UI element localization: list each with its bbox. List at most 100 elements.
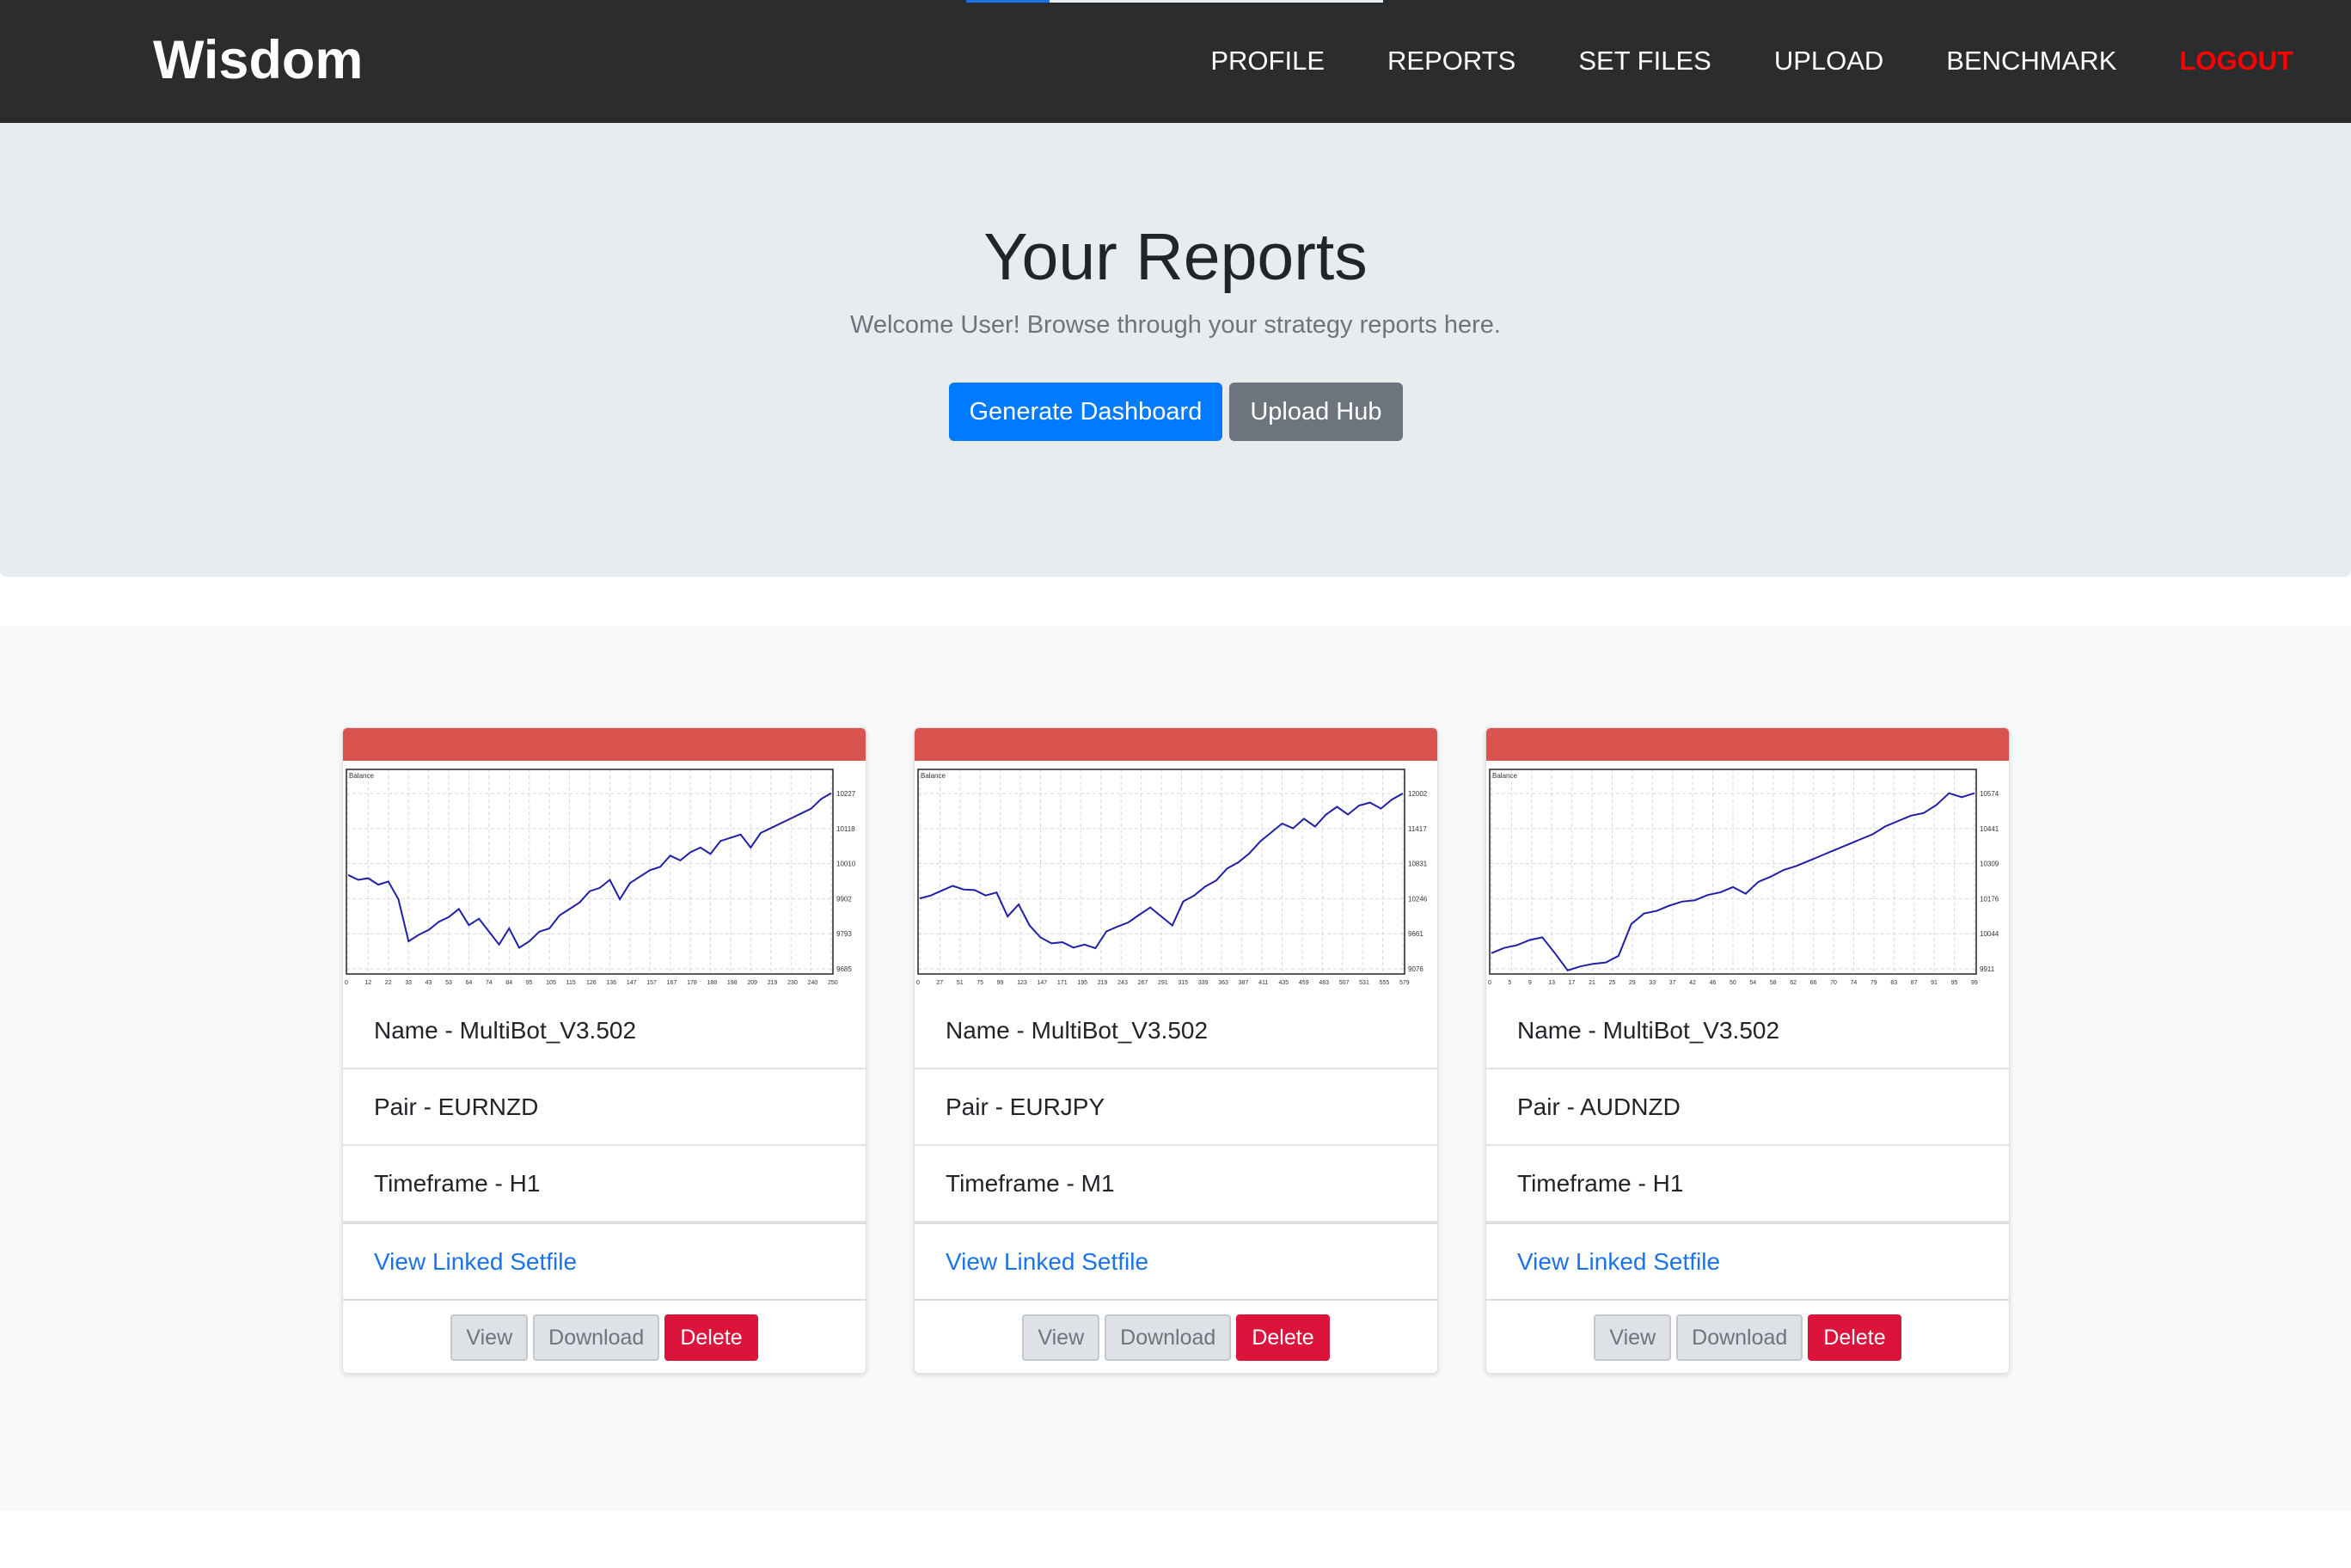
x-tick-label: 157	[646, 980, 657, 986]
x-tick-label: 33	[405, 980, 412, 986]
legend-label: Balance	[349, 772, 374, 780]
x-tick-label: 50	[1730, 980, 1736, 986]
nav-link-reports[interactable]: REPORTS	[1387, 46, 1515, 77]
x-tick-label: 435	[1279, 980, 1289, 986]
delete-button[interactable]: Delete	[1236, 1314, 1330, 1361]
delete-button[interactable]: Delete	[664, 1314, 758, 1361]
x-tick-label: 147	[627, 980, 637, 986]
report-card: 10227 10118 10010 9902 9793 9685 0 12 22 33 43 53 64…	[342, 727, 866, 1374]
x-tick-label: 198	[727, 980, 738, 986]
y-tick-label: 10176	[1980, 895, 1999, 903]
upload-hub-button[interactable]: Upload Hub	[1229, 383, 1403, 441]
x-tick-label: 17	[1569, 980, 1576, 986]
x-tick-label: 147	[1038, 980, 1048, 986]
x-tick-label: 13	[1548, 980, 1555, 986]
card-actions: View Download Delete	[343, 1301, 866, 1373]
x-tick-label: 315	[1178, 980, 1188, 986]
x-tick-label: 105	[546, 980, 556, 986]
view-button[interactable]: View	[450, 1314, 529, 1361]
x-tick-label: 51	[957, 980, 964, 986]
y-tick-label: 10227	[836, 790, 856, 798]
x-tick-label: 12	[364, 980, 371, 986]
y-tick-label: 10044	[1980, 930, 1999, 938]
x-tick-label: 579	[1399, 980, 1410, 986]
x-tick-label: 219	[768, 980, 778, 986]
x-tick-label: 74	[486, 980, 493, 986]
page-subtitle: Welcome User! Browse through your strate…	[849, 311, 1501, 339]
x-tick-label: 21	[1589, 980, 1595, 986]
y-tick-label: 12002	[1408, 790, 1428, 798]
balance-chart[interactable]: 10227 10118 10010 9902 9793 9685 0 12 22 33 43 53 64…	[343, 761, 866, 993]
x-tick-label: 0	[1488, 980, 1491, 986]
x-tick-label: 0	[345, 980, 348, 986]
x-tick-label: 75	[977, 980, 983, 986]
navbar: Wisdom PROFILE REPORTS SET FILES UPLOAD …	[0, 0, 2351, 123]
x-tick-label: 387	[1239, 980, 1249, 986]
x-tick-label: 91	[1931, 980, 1938, 986]
x-tick-label: 136	[606, 980, 616, 986]
nav-link-benchmark[interactable]: BENCHMARK	[1946, 46, 2116, 77]
view-linked-setfile-link[interactable]: View Linked Setfile	[343, 1222, 866, 1301]
x-tick-label: 123	[1017, 980, 1027, 986]
x-tick-label: 22	[385, 980, 392, 986]
x-tick-label: 195	[1077, 980, 1087, 986]
download-button[interactable]: Download	[533, 1314, 660, 1361]
card-actions: View Download Delete	[1486, 1301, 2009, 1373]
view-linked-setfile-link[interactable]: View Linked Setfile	[915, 1222, 1437, 1301]
nav-link-set-files[interactable]: SET FILES	[1578, 46, 1711, 77]
y-tick-label: 9685	[836, 965, 852, 973]
x-tick-label: 37	[1669, 980, 1676, 986]
x-tick-label: 62	[1790, 980, 1797, 986]
report-pair: Pair - EURJPY	[915, 1069, 1437, 1146]
x-tick-label: 43	[426, 980, 432, 986]
x-tick-label: 66	[1810, 980, 1817, 986]
y-tick-label: 10246	[1408, 895, 1428, 903]
x-tick-label: 27	[936, 980, 943, 986]
x-tick-label: 167	[667, 980, 677, 986]
x-tick-label: 267	[1138, 980, 1148, 986]
download-button[interactable]: Download	[1105, 1314, 1232, 1361]
x-tick-label: 29	[1629, 980, 1636, 986]
x-tick-label: 126	[586, 980, 597, 986]
y-tick-label: 10574	[1980, 790, 1999, 798]
reports-section: 10227 10118 10010 9902 9793 9685 0 12 22 33 43 53 64…	[0, 626, 2351, 1511]
x-tick-label: 83	[1890, 980, 1897, 986]
brand-logo[interactable]: Wisdom	[153, 29, 363, 91]
y-tick-label: 9076	[1408, 965, 1423, 973]
x-tick-label: 240	[808, 980, 818, 986]
nav-link-upload[interactable]: UPLOAD	[1774, 46, 1883, 77]
report-timeframe: Timeframe - H1	[1486, 1146, 2009, 1222]
view-button[interactable]: View	[1022, 1314, 1100, 1361]
x-tick-label: 209	[747, 980, 757, 986]
nav-links: PROFILE REPORTS SET FILES UPLOAD BENCHMA…	[1210, 46, 2293, 77]
view-button[interactable]: View	[1594, 1314, 1672, 1361]
nav-link-logout[interactable]: LOGOUT	[2179, 46, 2293, 77]
y-tick-label: 9911	[1980, 965, 1995, 973]
download-button[interactable]: Download	[1676, 1314, 1803, 1361]
x-tick-label: 0	[916, 980, 920, 986]
y-tick-label: 10441	[1980, 825, 1999, 833]
balance-chart[interactable]: 12002 11417 10831 10246 9661 9076 0 27 51 75 99 123…	[915, 761, 1437, 993]
x-tick-label: 339	[1198, 980, 1209, 986]
x-tick-label: 46	[1710, 980, 1717, 986]
x-tick-label: 171	[1057, 980, 1068, 986]
page-loading-bar	[966, 0, 1383, 3]
card-actions: View Download Delete	[915, 1301, 1437, 1373]
x-tick-label: 99	[997, 980, 1004, 986]
x-tick-label: 9	[1528, 980, 1532, 986]
y-tick-label: 9793	[836, 930, 852, 938]
delete-button[interactable]: Delete	[1808, 1314, 1901, 1361]
x-tick-label: 483	[1319, 980, 1329, 986]
x-tick-label: 99	[1971, 980, 1978, 986]
generate-dashboard-button[interactable]: Generate Dashboard	[948, 383, 1223, 441]
x-tick-label: 74	[1851, 980, 1858, 986]
balance-chart[interactable]: 10574 10441 10309 10176 10044 9911 0 5 9 13 17 21 25…	[1486, 761, 2009, 993]
hero-buttons: Generate Dashboard Upload Hub	[0, 383, 2351, 441]
nav-link-profile[interactable]: PROFILE	[1210, 46, 1325, 77]
view-linked-setfile-link[interactable]: View Linked Setfile	[1486, 1222, 2009, 1301]
y-tick-label: 10831	[1408, 861, 1428, 868]
x-tick-label: 95	[1951, 980, 1958, 986]
report-name: Name - MultiBot_V3.502	[343, 993, 866, 1069]
x-tick-label: 555	[1380, 980, 1390, 986]
y-tick-label: 9661	[1408, 930, 1423, 938]
